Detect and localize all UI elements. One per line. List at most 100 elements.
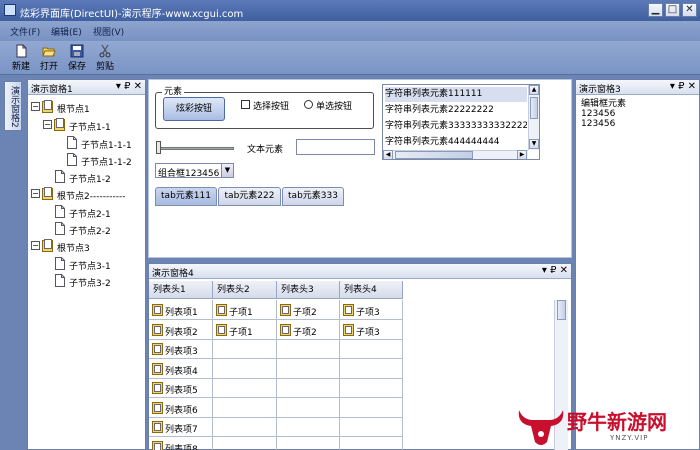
scroll-down-icon[interactable]: ▼ [529,139,539,149]
save-button[interactable]: 保存 [64,44,90,73]
scroll-thumb[interactable] [395,151,473,159]
table-cell[interactable] [340,417,403,437]
pane-3-controls[interactable]: ▾ ₽ ✕ [670,81,696,92]
combo-value: 组合框123456 [158,169,220,179]
table-cell[interactable] [213,417,277,437]
close-button[interactable]: ✕ [682,3,697,17]
table-cell[interactable]: 子项1 [213,300,277,320]
table-cell[interactable] [213,358,277,379]
tree-node-label: 子节点1-1-2 [81,158,132,168]
bull-logo-icon [518,410,564,445]
table-cell[interactable]: 列表项1 [149,300,213,320]
minimize-button[interactable]: ▁ [648,3,663,17]
table-cell[interactable]: 子项3 [340,300,403,320]
pane-4-controls[interactable]: ▾ ₽ ✕ [542,265,568,276]
open-button[interactable]: 打开 [36,44,62,73]
table-cell[interactable]: 子项1 [213,319,277,340]
list-item[interactable]: 字符串列表元素111111 [385,87,527,102]
edit-line: 编辑框元素 [581,99,627,109]
table-cell[interactable]: 子项2 [277,319,340,340]
list-item[interactable]: 字符串列表元素444444444 [385,135,527,150]
watermark: 野牛新游网 YNZY.VIP [515,404,700,450]
folder-document-icon [42,239,53,252]
table-cell[interactable] [340,397,403,418]
list-item[interactable]: 字符串列表元素22222222 [385,103,527,118]
tree-node-label: 根节点1 [57,105,90,115]
cut-button-label: 剪贴 [95,62,114,72]
new-button[interactable]: 新建 [8,44,34,73]
slider-handle[interactable] [156,141,161,154]
table-cell[interactable] [277,378,340,398]
checkbox[interactable] [241,100,250,109]
table-cell[interactable]: 列表项7 [149,417,213,437]
scroll-right-icon[interactable]: ▶ [517,150,527,159]
folder-document-icon [54,118,65,131]
list-vertical-scrollbar[interactable]: ▲ ▼ [528,85,539,150]
column-header[interactable]: 列表头3 [277,281,340,299]
menu-file[interactable]: 文件(F) [10,25,40,38]
menu-view[interactable]: 视图(V) [93,25,124,38]
tab-1[interactable]: tab元素111 [155,187,217,206]
collapse-icon[interactable]: − [31,102,40,111]
list-item[interactable]: 字符串列表元素3333333333222222 [385,119,527,134]
menu-edit[interactable]: 编辑(E) [51,25,82,38]
list-horizontal-scrollbar[interactable]: ◀ ▶ [383,150,528,159]
table-cell[interactable] [213,397,277,418]
clipboard-icon [152,323,163,336]
checkbox-label: 选择按钮 [253,102,290,112]
table-cell[interactable] [213,436,277,450]
table-cell[interactable] [213,339,277,359]
tab-3[interactable]: tab元素333 [282,187,344,206]
table-cell[interactable]: 列表项5 [149,378,213,398]
table-cell[interactable]: 列表项4 [149,358,213,379]
combo-box[interactable]: 组合框123456 ▼ [155,163,234,179]
pane-1-controls[interactable]: ▾ ₽ ✕ [116,81,142,92]
maximize-button[interactable]: □ [665,3,680,17]
table-cell[interactable] [277,397,340,418]
column-header[interactable]: 列表头1 [149,281,213,299]
table-cell[interactable]: 列表项3 [149,339,213,359]
table-cell[interactable] [213,378,277,398]
column-header[interactable]: 列表头4 [340,281,403,299]
new-file-icon [16,44,27,58]
table-cell[interactable] [277,417,340,437]
table-cell[interactable] [277,339,340,359]
collapse-icon[interactable]: − [43,120,52,129]
table-cell[interactable] [277,436,340,450]
edit-box[interactable]: 编辑框元素 123456 123456 [581,99,626,129]
chevron-down-icon[interactable]: ▼ [221,164,233,177]
clipboard-icon [343,323,354,336]
table-cell[interactable] [340,339,403,359]
collapse-icon[interactable]: − [31,189,40,198]
save-button-label: 保存 [67,62,86,72]
edit-line: 123456 [581,119,616,129]
cell-text: 列表项1 [165,308,198,318]
table-cell[interactable]: 列表项8 [149,436,213,450]
table-cell[interactable] [340,378,403,398]
table-cell[interactable]: 子项2 [277,300,340,320]
radio-button[interactable] [304,100,313,109]
table-cell[interactable]: 子项3 [340,319,403,340]
table-cell[interactable] [277,358,340,379]
table-cell[interactable] [340,358,403,379]
tree-node-label: 根节点2----------- [57,192,126,202]
pane-1-title: 演示窗格1 [31,85,73,95]
tree-node-label: 子节点1-1 [69,123,111,133]
tab-2[interactable]: tab元素222 [218,187,281,206]
scroll-up-icon[interactable]: ▲ [529,85,539,95]
scroll-left-icon[interactable]: ◀ [383,150,393,159]
fancy-button[interactable]: 炫彩按钮 [163,97,225,121]
scroll-thumb[interactable] [530,97,538,119]
table-cell[interactable]: 列表项2 [149,319,213,340]
column-header[interactable]: 列表头2 [213,281,277,299]
side-tab-pane2[interactable]: 演示窗格2 [4,81,22,131]
text-field[interactable] [296,139,375,155]
scroll-thumb[interactable] [557,300,566,320]
table-cell[interactable]: 列表项6 [149,397,213,418]
cut-button[interactable]: 剪贴 [92,44,118,73]
slider-track[interactable] [160,147,234,150]
collapse-icon[interactable]: − [31,241,40,250]
cell-text: 列表项4 [165,366,198,377]
clipboard-icon [280,323,291,336]
table-cell[interactable] [340,436,403,450]
